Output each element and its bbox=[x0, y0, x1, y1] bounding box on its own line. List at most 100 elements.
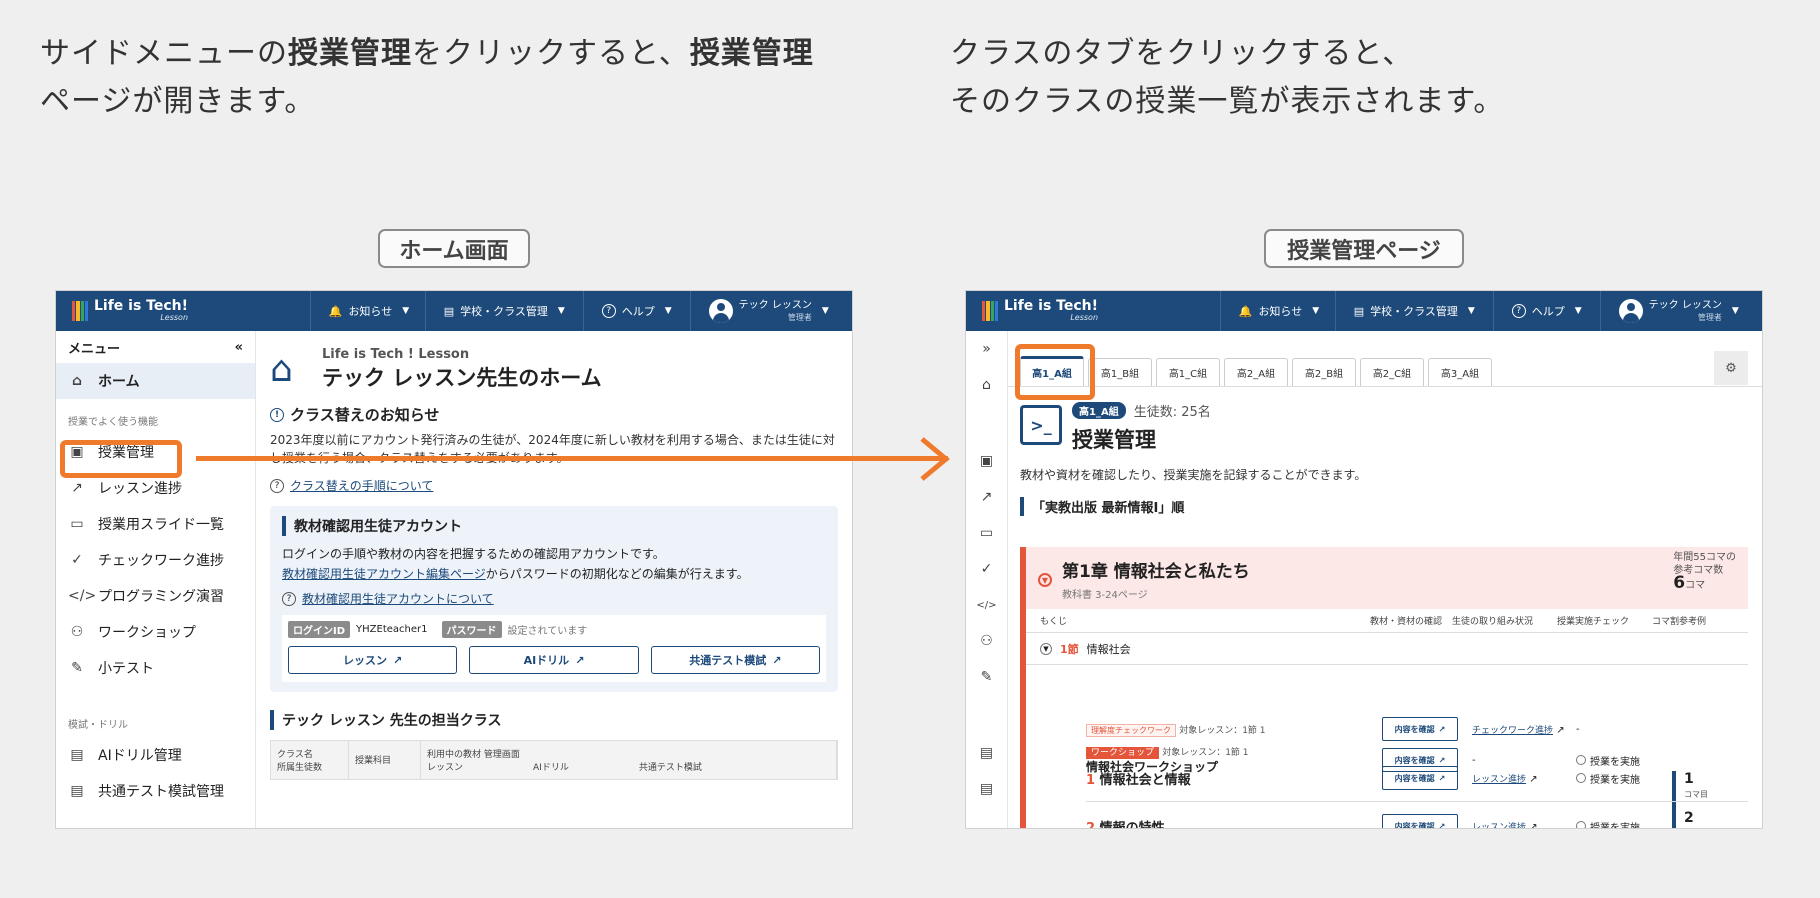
confirm-button[interactable]: 内容を確認 ↗ bbox=[1382, 814, 1458, 829]
lesson-check[interactable]: 授業を実施 bbox=[1576, 819, 1672, 828]
book-icon: ▤ bbox=[443, 304, 455, 318]
check-circle-icon[interactable]: ✓ bbox=[966, 551, 1008, 587]
student-count: 生徒数: 25名 bbox=[1133, 405, 1211, 420]
button-label: 内容を確認 bbox=[1394, 755, 1435, 765]
sidebar-item-home[interactable]: ⌂ ホーム bbox=[56, 363, 255, 399]
tab-class[interactable]: 高1_C組 bbox=[1156, 358, 1220, 386]
radio-button[interactable] bbox=[1576, 821, 1586, 828]
account-edit-link[interactable]: 教材確認用生徒アカウント編集ページ bbox=[282, 567, 486, 581]
monitor-icon[interactable]: ▭ bbox=[966, 515, 1008, 551]
trending-icon[interactable]: ↗ bbox=[966, 479, 1008, 515]
notice-help-row: ? クラス替えの手順について bbox=[270, 477, 838, 494]
sidebar-item-quiz[interactable]: ✎ 小テスト bbox=[56, 650, 255, 686]
lesson-progress-link[interactable]: レッスン進捗 bbox=[1472, 823, 1526, 829]
mock-test-button[interactable]: 共通テスト模試 ↗ bbox=[650, 646, 820, 674]
user-menu[interactable]: テック レッスン 管理者 ▼ bbox=[689, 291, 852, 331]
class-meta: 高1_A組 生徒数: 25名 bbox=[1072, 401, 1211, 420]
sidebar-section-title: 模試・ドリル bbox=[68, 720, 128, 731]
tab-class[interactable]: 高2_C組 bbox=[1360, 358, 1424, 386]
sidebar-item-slides[interactable]: ▭ 授業用スライド一覧 bbox=[56, 506, 255, 542]
external-link-icon: ↗ bbox=[772, 653, 782, 667]
account-about-link[interactable]: 教材確認用生徒アカウントについて bbox=[302, 590, 494, 607]
home-main: ⌂ Life is Tech ! Lesson テック レッスン先生のホーム ! ク… bbox=[256, 331, 852, 828]
logo-text: Life is Tech! bbox=[94, 298, 189, 314]
caption-text: ページが開きます。 bbox=[40, 84, 316, 119]
pencil-icon: ✎ bbox=[71, 660, 83, 676]
koma-word: コマ目 bbox=[1684, 826, 1748, 828]
tab-class[interactable]: 高2_B組 bbox=[1292, 358, 1356, 386]
terminal-icon[interactable]: ▣ bbox=[966, 443, 1008, 479]
sidebar-item-label: AIドリル管理 bbox=[98, 748, 182, 764]
card-title: 教材確認用生徒アカウント bbox=[282, 516, 826, 536]
ai-drill-button[interactable]: AIドリル ↗ bbox=[469, 646, 639, 674]
sidebar-item-checkwork[interactable]: ✓ チェックワーク進捗 bbox=[56, 542, 255, 578]
school-menu[interactable]: ▤ 学校・クラス管理 ▼ bbox=[1334, 291, 1493, 331]
material-buttons: レッスン ↗ AIドリル ↗ 共通テスト模試 ↗ bbox=[288, 646, 820, 674]
user-menu[interactable]: テック レッスン 管理者 ▼ bbox=[1599, 291, 1762, 331]
section-row[interactable]: ▼ 1節 情報社会 bbox=[1026, 633, 1748, 665]
sidebar-item-programming[interactable]: </> プログラミング演習 bbox=[56, 578, 255, 614]
checkwork-progress-link[interactable]: チェックワーク進捗 bbox=[1472, 726, 1553, 736]
th-subject: 授業科目 bbox=[349, 741, 421, 779]
terminal-icon: >_ bbox=[1020, 405, 1062, 445]
class-change-link[interactable]: クラス替えの手順について bbox=[290, 477, 433, 494]
document-icon: ▤ bbox=[70, 747, 84, 763]
chapter-header[interactable]: ▼ 第1章 情報社会と私たち 教科書 3-24ページ 年間55コマの 参考コマ数 6コ… bbox=[1026, 547, 1748, 609]
expand-icon[interactable]: » bbox=[966, 331, 1008, 367]
tab-class[interactable]: 高3_A組 bbox=[1428, 358, 1492, 386]
confirm-button[interactable]: 内容を確認 ↗ bbox=[1382, 748, 1458, 772]
sidebar-item-workshop[interactable]: ⚇ ワークショップ bbox=[56, 614, 255, 650]
document-edit-icon[interactable]: ▤ bbox=[966, 771, 1008, 807]
logo[interactable]: Life is Tech! Lesson bbox=[966, 299, 1220, 322]
lesson-check[interactable]: 授業を実施 bbox=[1576, 753, 1672, 768]
home-icon: ⌂ bbox=[270, 348, 293, 390]
lesson-progress-link[interactable]: レッスン進捗 bbox=[1472, 775, 1526, 785]
collapse-icon[interactable]: « bbox=[235, 340, 243, 355]
chevron-down-icon[interactable]: ▼ bbox=[1038, 573, 1052, 587]
news-menu[interactable]: 🔔 お知らせ ▼ bbox=[309, 291, 425, 331]
help-menu[interactable]: ? ヘルプ ▼ bbox=[1492, 291, 1600, 331]
logo[interactable]: Life is Tech! Lesson bbox=[56, 298, 310, 322]
people-icon[interactable]: ⚇ bbox=[966, 623, 1008, 659]
code-icon[interactable]: </> bbox=[966, 587, 1008, 623]
sidebar-section-title: 授業でよく使う機能 bbox=[68, 417, 158, 428]
tab-class[interactable]: 高2_A組 bbox=[1224, 358, 1288, 386]
external-link-icon: ↗ bbox=[1438, 821, 1446, 829]
school-menu[interactable]: ▤ 学校・クラス管理 ▼ bbox=[424, 291, 583, 331]
th-text: AIドリル bbox=[533, 763, 569, 773]
trending-icon: ↗ bbox=[71, 480, 83, 496]
th-materials: 利用中の教材 管理画面 レッスン AIドリル 共通テスト模試 bbox=[421, 741, 837, 779]
confirm-button[interactable]: 内容を確認 ↗ bbox=[1382, 717, 1458, 741]
caret-down-icon: ▼ bbox=[402, 306, 410, 316]
home-icon[interactable]: ⌂ bbox=[966, 367, 1008, 403]
help-menu[interactable]: ? ヘルプ ▼ bbox=[582, 291, 690, 331]
target-lesson: 対象レッスン：1節 1 bbox=[1162, 748, 1249, 758]
caption-bold: 授業管理 bbox=[689, 36, 814, 71]
password-label: パスワード bbox=[441, 621, 502, 638]
news-menu[interactable]: 🔔 お知らせ ▼ bbox=[1219, 291, 1335, 331]
document-icon[interactable]: ▤ bbox=[966, 735, 1008, 771]
pencil-icon[interactable]: ✎ bbox=[966, 659, 1008, 695]
login-id-label: ログインID bbox=[288, 621, 351, 638]
card-body-text: からパスワードの初期化などの編集が行えます。 bbox=[485, 567, 749, 581]
col-material: 教材・資材の確認 bbox=[1370, 617, 1443, 627]
sidebar-item-ai-drill[interactable]: ▤ AIドリル管理 bbox=[56, 737, 255, 773]
button-label: レッスン bbox=[343, 654, 388, 667]
chapter-title: 第1章 情報社会と私たち bbox=[1062, 562, 1250, 582]
radio-button[interactable] bbox=[1576, 755, 1586, 765]
settings-button[interactable]: ⚙ bbox=[1714, 351, 1748, 385]
document-edit-icon: ▤ bbox=[70, 783, 84, 799]
koma-number: 6 bbox=[1673, 573, 1686, 593]
help-icon: ? bbox=[601, 304, 616, 318]
card-help-row: ? 教材確認用生徒アカウントについて bbox=[282, 590, 826, 607]
lesson-button[interactable]: レッスン ↗ bbox=[288, 646, 458, 674]
caption-text: そのクラスの授業一覧が表示されます。 bbox=[950, 84, 1505, 119]
avatar bbox=[708, 299, 733, 323]
col-koma: コマ割参考例 bbox=[1652, 617, 1707, 627]
lesson-number: 2 bbox=[1086, 820, 1096, 829]
user-name: テック レッスン bbox=[1648, 299, 1722, 311]
tab-class[interactable]: 高1_B組 bbox=[1088, 358, 1152, 386]
sidebar-item-mock-test[interactable]: ▤ 共通テスト模試管理 bbox=[56, 773, 255, 809]
koma-unit: コマ bbox=[1685, 580, 1706, 591]
classes-table-header: クラス名 所属生徒数 授業科目 利用中の教材 管理画面 レッスン AIドリル 共通テスト… bbox=[270, 740, 838, 780]
